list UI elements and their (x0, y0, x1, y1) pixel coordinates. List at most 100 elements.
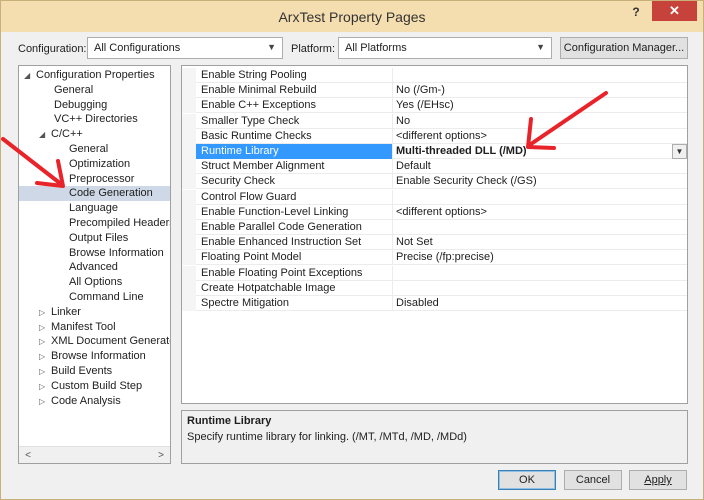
tree-item-label: C/C++ (51, 128, 83, 141)
triangle-right-icon[interactable]: ▷ (39, 349, 51, 364)
triangle-right-icon[interactable]: ▷ (39, 320, 51, 335)
property-value[interactable]: Default (396, 160, 431, 172)
property-row[interactable]: Enable Enhanced Instruction Set Not Set (182, 235, 687, 251)
row-gutter (182, 159, 196, 175)
property-row[interactable]: Spectre Mitigation Disabled (182, 296, 687, 311)
tree-item[interactable]: VC++ Directories (19, 112, 170, 127)
column-divider (392, 113, 393, 129)
tree-item[interactable]: Debugging (19, 98, 170, 113)
close-button[interactable]: ✕ (652, 1, 697, 21)
tree-item-label: Output Files (69, 231, 129, 244)
tree-item-label: VC++ Directories (54, 113, 138, 126)
column-divider (392, 220, 393, 235)
property-grid[interactable]: Enable String Pooling Enable Minimal Rebu… (181, 65, 688, 404)
row-gutter (182, 83, 196, 99)
chevron-down-icon: ▼ (267, 42, 276, 52)
tree-item[interactable]: Output Files (19, 231, 170, 246)
tree-item[interactable]: ◢ Configuration Properties (19, 68, 170, 83)
property-row[interactable]: Enable Function-Level Linking <different … (182, 204, 687, 220)
property-row[interactable]: Enable Floating Point Exceptions (182, 265, 687, 281)
configuration-select[interactable]: All Configurations ▼ (87, 37, 283, 59)
tree-item[interactable]: ◢ C/C++ (19, 127, 170, 142)
property-name: Enable Enhanced Instruction Set (201, 236, 362, 249)
tree-item[interactable]: ▷ Custom Build Step (19, 379, 170, 394)
property-row[interactable]: Floating Point Model Precise (/fp:precise… (182, 250, 687, 266)
tree-item[interactable]: General (19, 83, 170, 98)
tree-item[interactable]: Preprocessor (19, 172, 170, 187)
property-row[interactable]: Enable Minimal Rebuild No (/Gm-) (182, 83, 687, 99)
property-value[interactable]: Multi-threaded DLL (/MD) (396, 145, 527, 157)
tree-item-label: Manifest Tool (51, 320, 116, 333)
property-value[interactable]: No (396, 115, 410, 127)
tree-item[interactable]: General (19, 142, 170, 157)
column-divider (392, 159, 393, 175)
triangle-down-icon[interactable]: ◢ (39, 127, 51, 142)
row-gutter (182, 235, 196, 251)
property-name: Enable C++ Exceptions (201, 99, 316, 112)
property-value[interactable]: Precise (/fp:precise) (396, 251, 494, 263)
tree-item[interactable]: ▷ Linker (19, 305, 170, 320)
property-name: Enable String Pooling (201, 69, 307, 81)
tree-item-label: Command Line (69, 291, 144, 303)
platform-select[interactable]: All Platforms ▼ (338, 37, 552, 59)
category-tree[interactable]: ◢ Configuration Properties General Debuggin… (18, 65, 171, 464)
tree-item[interactable]: Optimization (19, 157, 170, 172)
property-row[interactable]: Enable Parallel Code Generation (182, 220, 687, 235)
triangle-right-icon[interactable]: ▷ (39, 364, 51, 379)
column-divider (392, 204, 393, 220)
tree-item-label: Custom Build Step (51, 379, 143, 392)
triangle-right-icon[interactable]: ▷ (39, 334, 51, 349)
help-button[interactable]: ? (627, 5, 645, 21)
triangle-right-icon[interactable]: ▷ (39, 305, 51, 320)
configuration-manager-button[interactable]: Configuration Manager... (560, 37, 688, 59)
property-value[interactable]: Yes (/EHsc) (396, 99, 454, 111)
tree-item[interactable]: ▷ Code Analysis (19, 394, 170, 409)
property-row[interactable]: Smaller Type Check No (182, 113, 687, 129)
row-gutter (182, 174, 196, 190)
tree-item[interactable]: ▷ Manifest Tool (19, 320, 170, 335)
property-row[interactable]: Create Hotpatchable Image (182, 280, 687, 296)
property-row[interactable]: Control Flow Guard (182, 189, 687, 205)
property-value[interactable]: <different options> (396, 130, 487, 142)
property-row[interactable]: Struct Member Alignment Default (182, 159, 687, 175)
property-value[interactable]: <different options> (396, 206, 487, 218)
cancel-button[interactable]: Cancel (564, 470, 622, 490)
property-name: Smaller Type Check (201, 114, 300, 127)
tree-item[interactable]: ▷ Build Events (19, 364, 170, 379)
tree-horizontal-scrollbar[interactable]: < > (19, 446, 170, 463)
tree-item[interactable]: All Options (19, 275, 170, 290)
scroll-right-icon[interactable]: > (153, 448, 169, 463)
property-name: Struct Member Alignment (201, 160, 325, 173)
tree-item[interactable]: ▷ XML Document Generator (19, 334, 170, 349)
column-divider (392, 128, 393, 144)
property-value[interactable]: No (/Gm-) (396, 84, 445, 96)
triangle-down-icon[interactable]: ◢ (24, 68, 36, 83)
property-name: Enable Floating Point Exceptions (201, 266, 363, 279)
tree-item-label: Advanced (69, 261, 118, 274)
tree-item[interactable]: Precompiled Headers (19, 216, 170, 231)
property-value[interactable]: Not Set (396, 236, 433, 248)
property-row[interactable]: Enable String Pooling (182, 68, 687, 83)
row-gutter (182, 280, 196, 296)
property-row[interactable]: Enable C++ Exceptions Yes (/EHsc) (182, 98, 687, 114)
tree-item[interactable]: ▷ Browse Information (19, 349, 170, 364)
property-row[interactable]: Security Check Enable Security Check (/GS… (182, 174, 687, 190)
scroll-left-icon[interactable]: < (20, 448, 36, 463)
property-row[interactable]: Runtime Library Multi-threaded DLL (/MD) ▼ (182, 144, 687, 159)
tree-item[interactable]: Code Generation (19, 186, 170, 202)
tree-item[interactable]: Browse Information (19, 246, 170, 261)
property-value[interactable]: Disabled (396, 297, 439, 309)
apply-button[interactable]: Apply (629, 470, 687, 490)
ok-button[interactable]: OK (498, 470, 556, 490)
triangle-right-icon[interactable]: ▷ (39, 394, 51, 409)
description-text: Specify runtime library for linking. (/M… (187, 431, 467, 443)
chevron-down-icon[interactable]: ▼ (672, 144, 687, 159)
tree-item[interactable]: Advanced (19, 260, 170, 275)
tree-item[interactable]: Language (19, 201, 170, 216)
tree-item-label: Browse Information (69, 246, 164, 259)
tree-item[interactable]: Command Line (19, 290, 170, 305)
property-value[interactable]: Enable Security Check (/GS) (396, 175, 537, 187)
triangle-right-icon[interactable]: ▷ (39, 379, 51, 394)
property-row[interactable]: Basic Runtime Checks <different options> (182, 128, 687, 144)
property-pages-dialog: ArxTest Property Pages ? ✕ Configuration… (0, 0, 704, 500)
